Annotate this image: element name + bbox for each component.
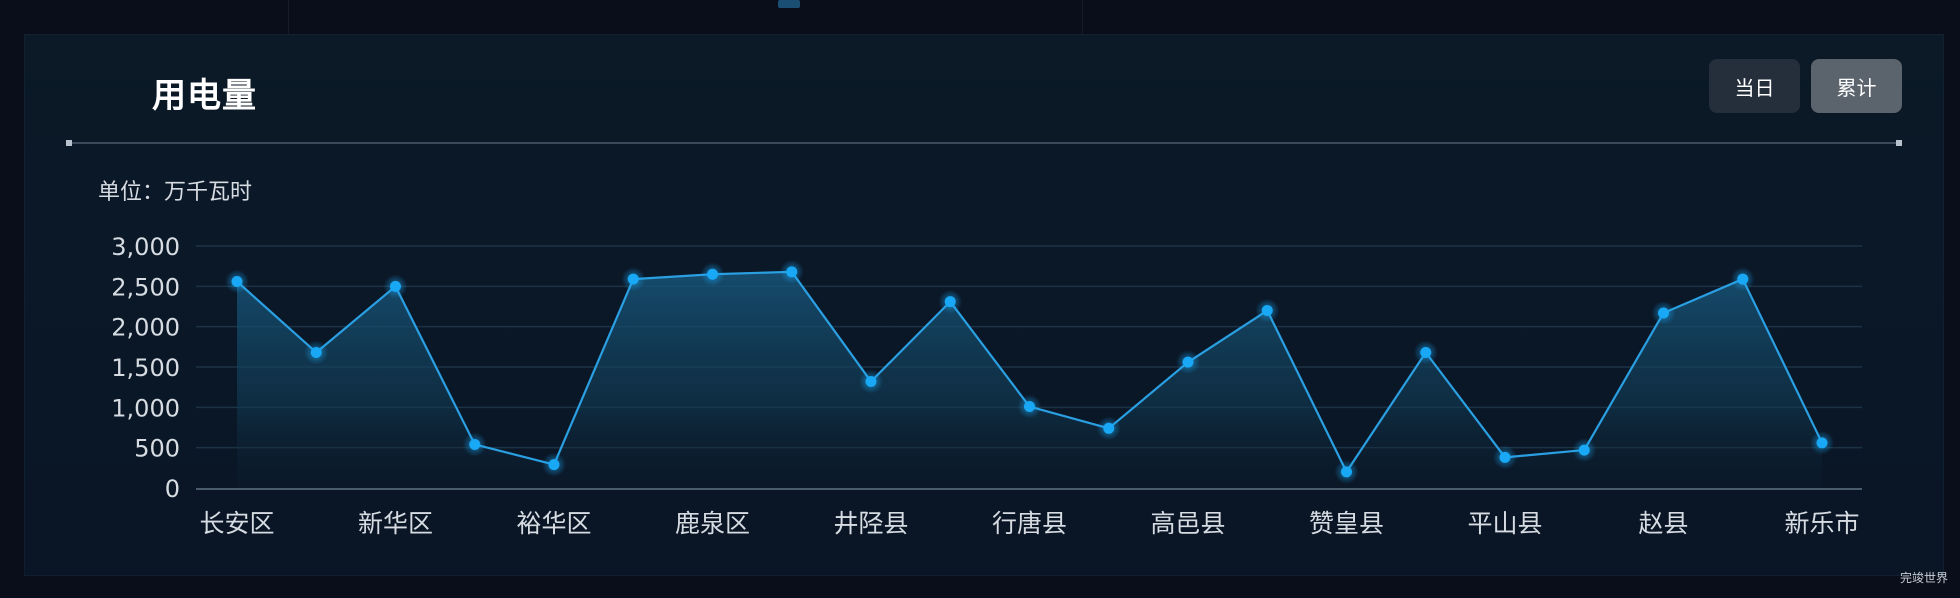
x-tick-label: 平山县 <box>1467 509 1542 538</box>
data-point <box>779 259 804 284</box>
y-tick-label: 3,000 <box>111 233 180 261</box>
data-point-dot <box>1024 401 1035 413</box>
x-tick-label: 井陉县 <box>833 509 908 538</box>
data-point-dot <box>1103 422 1115 434</box>
x-tick-label: 新乐市 <box>1784 509 1859 538</box>
data-point <box>621 267 646 292</box>
data-point <box>304 340 329 365</box>
x-tick-label: 长安区 <box>199 509 274 538</box>
data-point <box>1176 350 1200 375</box>
y-tick-label: 2,000 <box>111 314 180 342</box>
data-point <box>1730 267 1755 292</box>
x-tick-label: 鹿泉区 <box>675 509 750 538</box>
x-tick-label: 裕华区 <box>516 509 591 538</box>
data-point-dot <box>1499 451 1511 463</box>
data-point-dot <box>231 275 243 287</box>
data-point <box>383 274 408 299</box>
data-point <box>1810 430 1834 455</box>
data-point-dot <box>1261 305 1273 317</box>
data-point <box>1096 416 1121 441</box>
data-point-dot <box>469 438 481 450</box>
y-tick-label: 1,000 <box>111 394 180 422</box>
y-tick-label: 1,500 <box>111 354 180 382</box>
x-axis: 长安区 新华区 裕华区 鹿泉区 井陉县 行唐县 高邑县 赞皇县 平山县 赵县 新乐市 <box>196 488 1862 538</box>
data-point-dot <box>548 459 560 471</box>
x-tick-label: 高邑县 <box>1150 509 1225 538</box>
x-tick-label: 赞皇县 <box>1309 509 1384 538</box>
y-tick-label: 500 <box>134 435 180 463</box>
data-point-dot <box>1182 356 1194 368</box>
data-point <box>1493 445 1517 470</box>
data-point <box>225 269 249 294</box>
data-point-dot <box>1420 346 1432 358</box>
data-point-dot <box>1816 437 1828 449</box>
data-point-dot <box>944 296 956 308</box>
data-point <box>1334 459 1359 484</box>
y-axis: 0 500 1,000 1,500 2,000 2,500 3,000 <box>111 233 180 503</box>
x-tick-label: 行唐县 <box>992 509 1067 538</box>
x-tick-label: 新华区 <box>358 509 433 538</box>
data-point <box>1255 298 1280 323</box>
x-tick-label: 赵县 <box>1638 509 1688 538</box>
data-point-dot <box>1658 307 1669 319</box>
data-point-dot <box>865 376 877 388</box>
data-point-dot <box>1737 273 1749 285</box>
data-point-dot <box>390 280 401 292</box>
data-point-dot <box>310 346 322 358</box>
data-point-dot <box>627 273 639 285</box>
data-point-dot <box>1578 444 1590 456</box>
data-point-dot <box>707 268 718 280</box>
data-point <box>938 289 963 314</box>
data-point <box>859 369 883 394</box>
data-point-dot <box>786 266 798 278</box>
data-point <box>462 432 487 457</box>
data-point-dot <box>1341 466 1352 478</box>
power-usage-chart: 0 500 1,000 1,500 2,000 2,500 3,000 长安区 新华区 裕华区 鹿… <box>111 233 1862 538</box>
data-point <box>1651 300 1676 325</box>
data-point <box>700 262 725 287</box>
watermark: 完竣世界 <box>1899 571 1948 585</box>
data-point <box>542 452 566 477</box>
y-tick-label: 2,500 <box>111 273 180 301</box>
data-point <box>1413 340 1438 365</box>
data-point <box>1017 394 1042 419</box>
data-point <box>1572 438 1597 463</box>
y-tick-label: 0 <box>165 475 180 503</box>
